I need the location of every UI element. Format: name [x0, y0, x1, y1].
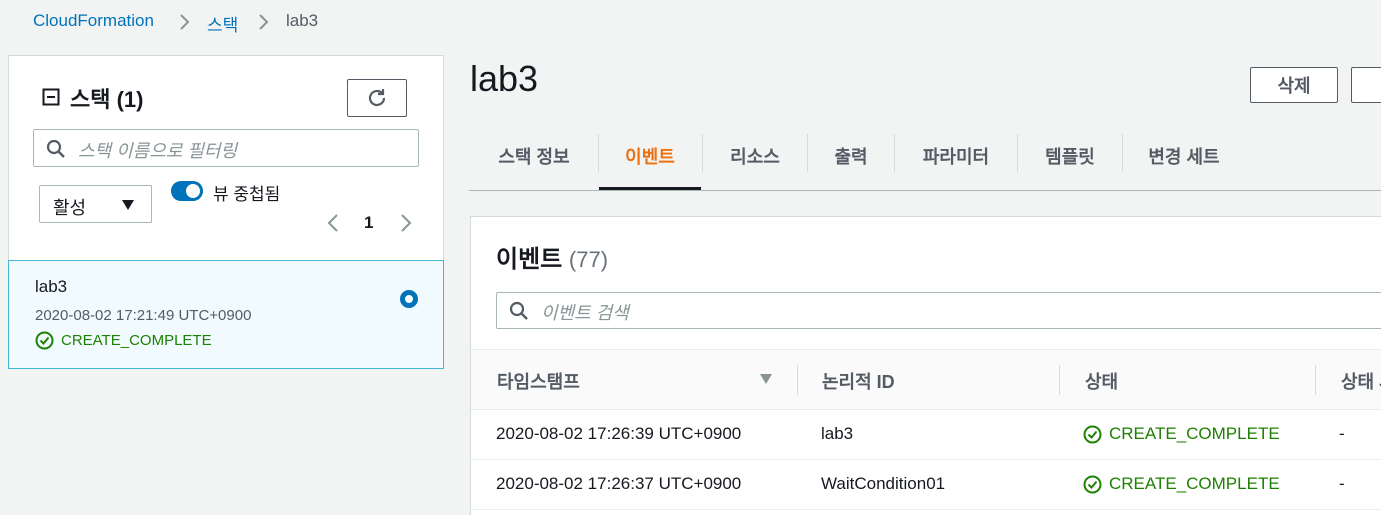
delete-button[interactable]: 삭제 — [1250, 67, 1338, 103]
breadcrumb-current: lab3 — [286, 11, 319, 30]
toggle-knob — [186, 184, 200, 198]
stack-status: CREATE_COMPLETE — [61, 332, 212, 349]
tab-template[interactable]: 템플릿 — [1018, 120, 1122, 191]
cell-logical-id: WaitCondition01 — [821, 474, 946, 493]
breadcrumb-stacks[interactable]: 스택 — [207, 11, 238, 36]
page-title: lab3 — [470, 58, 539, 99]
stack-created-time: 2020-08-02 17:21:49 UTC+0900 — [35, 307, 252, 324]
chevron-right-icon — [259, 14, 269, 30]
events-title: 이벤트 (77) — [496, 239, 608, 274]
column-divider — [1059, 365, 1060, 395]
breadcrumb-cloudformation[interactable]: CloudFormation — [33, 11, 154, 31]
status-filter-value: 활성 — [53, 198, 87, 218]
search-icon — [46, 139, 65, 158]
check-circle-icon — [1083, 475, 1102, 494]
chevron-left-icon[interactable] — [325, 213, 341, 233]
refresh-button[interactable] — [347, 79, 407, 117]
tab-change-sets[interactable]: 변경 세트 — [1123, 120, 1245, 191]
sort-desc-icon[interactable] — [759, 373, 773, 385]
events-table-header: 타임스탬프 논리적 ID 상태 상태 사유 — [471, 349, 1381, 410]
stack-select-radio[interactable] — [400, 290, 418, 308]
page-number[interactable]: 1 — [364, 213, 373, 233]
stack-search-placeholder: 스택 이름으로 필터링 — [78, 141, 238, 161]
events-panel: 이벤트 (77) 이벤트 검색 타임스탬프 논리적 ID 상태 상태 사유 20… — [470, 216, 1381, 515]
events-search-input[interactable]: 이벤트 검색 — [496, 292, 1381, 329]
stacks-panel-title: 스택 (1) — [70, 82, 144, 114]
stack-list-item[interactable]: lab3 2020-08-02 17:21:49 UTC+0900 CREATE… — [8, 260, 444, 369]
collapse-icon[interactable] — [42, 88, 60, 106]
events-title-text: 이벤트 — [496, 246, 563, 273]
cell-status-reason: - — [1339, 424, 1345, 443]
stacks-count: (1) — [116, 87, 144, 112]
column-header-timestamp[interactable]: 타임스탬프 — [497, 368, 580, 394]
cell-timestamp: 2020-08-02 17:26:39 UTC+0900 — [496, 424, 742, 443]
check-circle-icon — [35, 331, 54, 350]
cell-status: CREATE_COMPLETE — [1109, 474, 1280, 493]
events-search-placeholder: 이벤트 검색 — [541, 303, 629, 323]
cell-status-reason: - — [1339, 474, 1345, 493]
tab-stack-info[interactable]: 스택 정보 — [469, 120, 599, 191]
column-header-status[interactable]: 상태 — [1085, 368, 1118, 394]
stacks-title-text: 스택 — [70, 87, 111, 112]
stack-name: lab3 — [35, 277, 68, 296]
active-tab-indicator — [599, 187, 701, 190]
chevron-right-icon[interactable] — [398, 213, 414, 233]
column-header-logical-id[interactable]: 논리적 ID — [822, 368, 895, 394]
events-count: (77) — [568, 247, 609, 272]
column-divider — [797, 365, 798, 395]
table-row: 2020-08-02 17:26:39 UTC+0900 lab3 CREATE… — [471, 410, 1381, 460]
column-divider — [1315, 365, 1316, 395]
caret-down-icon — [122, 200, 134, 210]
nested-view-label: 뷰 중첩됨 — [213, 185, 281, 204]
refresh-icon — [368, 89, 386, 107]
cell-timestamp: 2020-08-02 17:26:37 UTC+0900 — [496, 474, 742, 493]
search-icon — [509, 301, 528, 320]
check-circle-icon — [1083, 425, 1102, 444]
tab-resources[interactable]: 리소스 — [703, 120, 807, 191]
tab-parameters[interactable]: 파라미터 — [895, 120, 1017, 191]
table-row: 2020-08-02 17:26:37 UTC+0900 WaitConditi… — [471, 460, 1381, 510]
update-button[interactable] — [1351, 67, 1381, 103]
nested-view-toggle[interactable] — [171, 181, 203, 201]
status-filter-select[interactable]: 활성 — [39, 185, 152, 223]
cell-logical-id: lab3 — [821, 424, 854, 443]
stack-search-input[interactable]: 스택 이름으로 필터링 — [33, 129, 419, 167]
cell-status: CREATE_COMPLETE — [1109, 424, 1280, 443]
chevron-right-icon — [180, 14, 190, 30]
tab-events[interactable]: 이벤트 — [599, 120, 701, 191]
column-header-status-reason[interactable]: 상태 사유 — [1341, 368, 1381, 394]
tab-outputs[interactable]: 출력 — [808, 120, 894, 191]
